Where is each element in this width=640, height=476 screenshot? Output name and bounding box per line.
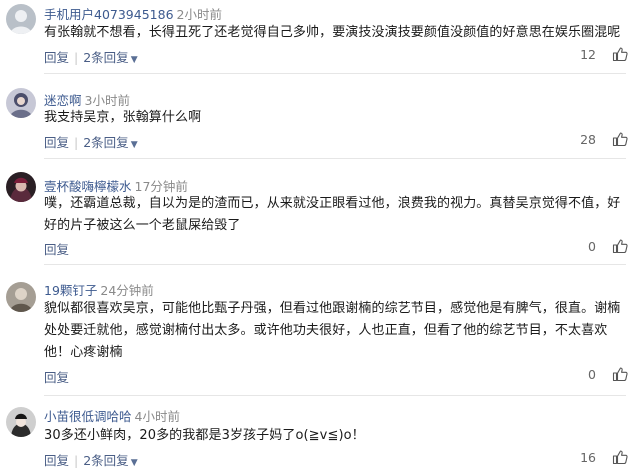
username-link[interactable]: 小苗很低调哈哈: [44, 409, 132, 424]
action-separator: |: [74, 50, 79, 65]
comment-item: 迷恋啊 3小时前 我支持吴京，张翰算什么啊 回复 | 2条回复 ▼ 28: [0, 86, 640, 159]
like-count: 16: [580, 450, 596, 465]
view-replies-button[interactable]: 2条回复: [83, 453, 128, 468]
like-count: 0: [588, 367, 596, 382]
comment-text: 貌似都很喜欢吴京，可能他比甄子丹强，但看过他跟谢楠的综艺节目，感觉他是有脾气，很…: [44, 301, 621, 360]
thumbs-up-icon[interactable]: [612, 366, 628, 382]
comment-text: 噗，还霸道总裁，自以为是的渣而已，从来就没正眼看过他，浪费我的视力。真替吴京觉得…: [44, 196, 621, 233]
comment-item: 壹杯酸嗨檸檬水 17分钟前 噗，还霸道总裁，自以为是的渣而已，从来就没正眼看过他，…: [0, 170, 640, 265]
caret-down-icon: ▼: [130, 458, 138, 468]
view-replies-button[interactable]: 2条回复: [83, 50, 128, 65]
comment-actions: 回复 | 2条回复 ▼: [44, 47, 138, 66]
username-link[interactable]: 19颗钉子: [44, 283, 97, 298]
caret-down-icon: ▼: [130, 55, 138, 65]
like-count: 28: [580, 132, 596, 147]
divider: [44, 264, 626, 265]
thumbs-up-icon[interactable]: [612, 449, 628, 465]
reply-button[interactable]: 回复: [44, 242, 69, 257]
thumbs-up-icon[interactable]: [612, 46, 628, 62]
comment-time: 24分钟前: [100, 283, 154, 298]
comment-item: 小苗很低调哈哈 4小时前 30多还小鲜肉，20多的我都是3岁孩子妈了o(≧v≦)o…: [0, 403, 640, 476]
divider: [44, 395, 626, 396]
reply-button[interactable]: 回复: [44, 453, 69, 468]
like-count: 12: [580, 47, 596, 62]
thumbs-up-icon[interactable]: [612, 238, 628, 254]
comment-time: 17分钟前: [134, 179, 188, 194]
username-link[interactable]: 迷恋啊: [44, 93, 82, 108]
comment-actions: 回复: [44, 239, 69, 258]
view-replies-button[interactable]: 2条回复: [83, 135, 128, 150]
comment-user: 小苗很低调哈哈 4小时前: [44, 406, 180, 425]
username-link[interactable]: 手机用户4073945186: [44, 7, 174, 22]
divider: [44, 158, 626, 159]
reply-button[interactable]: 回复: [44, 135, 69, 150]
action-separator: |: [74, 135, 79, 150]
avatar[interactable]: [6, 4, 36, 34]
comment-text: 我支持吴京，张翰算什么啊: [44, 110, 202, 125]
username-link[interactable]: 壹杯酸嗨檸檬水: [44, 179, 132, 194]
like-count: 0: [588, 239, 596, 254]
avatar[interactable]: [6, 172, 36, 202]
caret-down-icon: ▼: [130, 140, 138, 150]
comment-time: 4小时前: [134, 409, 180, 424]
comment-time: 2小时前: [176, 7, 222, 22]
comment-item: 手机用户4073945186 2小时前 有张翰就不想看，长得丑死了还老觉得自己多帅…: [0, 0, 640, 74]
comment-list: 手机用户4073945186 2小时前 有张翰就不想看，长得丑死了还老觉得自己多帅…: [0, 0, 640, 476]
comment-time: 3小时前: [84, 93, 130, 108]
comment-text: 30多还小鲜肉，20多的我都是3岁孩子妈了o(≧v≦)o！: [44, 428, 365, 443]
reply-button[interactable]: 回复: [44, 50, 69, 65]
comment-text: 有张翰就不想看，长得丑死了还老觉得自己多帅，要演技没演技要颜值没颜值的好意思在娱…: [44, 25, 621, 40]
action-separator: |: [74, 453, 79, 468]
avatar[interactable]: [6, 282, 36, 312]
reply-button[interactable]: 回复: [44, 370, 69, 385]
comment-user: 19颗钉子 24分钟前: [44, 280, 154, 299]
thumbs-up-icon[interactable]: [612, 131, 628, 147]
avatar[interactable]: [6, 407, 36, 437]
comment-user: 手机用户4073945186 2小时前: [44, 4, 222, 23]
comment-actions: 回复 | 2条回复 ▼: [44, 132, 138, 151]
comment-actions: 回复 | 2条回复 ▼: [44, 450, 138, 469]
comment-item: 19颗钉子 24分钟前 貌似都很喜欢吴京，可能他比甄子丹强，但看过他跟谢楠的综艺节…: [0, 276, 640, 396]
comment-actions: 回复: [44, 367, 69, 386]
avatar[interactable]: [6, 88, 36, 118]
divider: [44, 73, 626, 74]
